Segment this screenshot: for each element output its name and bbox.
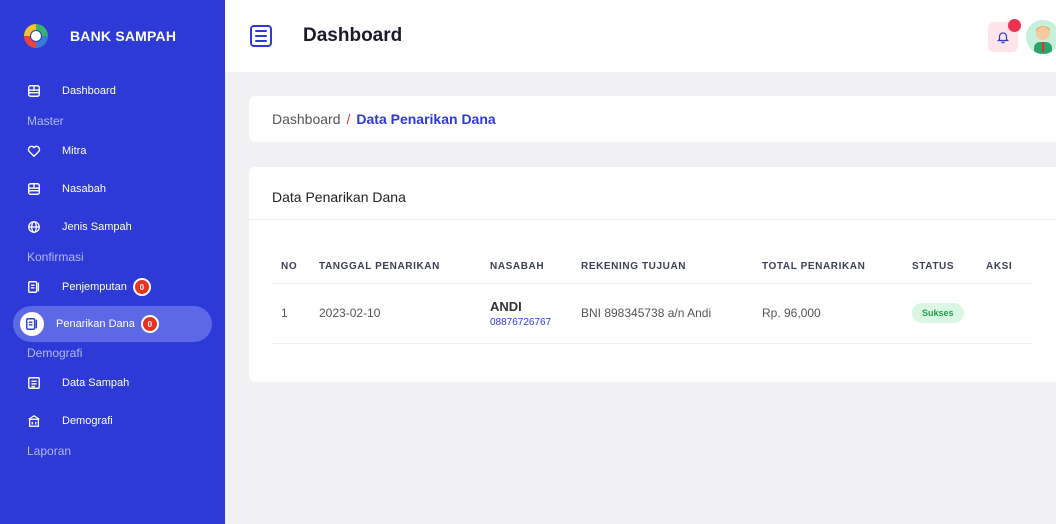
list-icon xyxy=(27,376,41,390)
menu-toggle-button[interactable] xyxy=(250,25,272,47)
sidebar-section-konfirmasi: Konfirmasi xyxy=(27,250,84,264)
brand[interactable]: BANK SAMPAH xyxy=(0,0,225,72)
sidebar-item-mitra[interactable]: Mitra xyxy=(0,132,225,170)
sidebar-item-label: Demografi xyxy=(62,415,113,427)
sidebar-nav: Dashboard Master Mitra Nasabah Jenis Sampah K… xyxy=(0,72,225,462)
status-badge: Sukses xyxy=(912,303,964,323)
cell-status: Sukses xyxy=(902,283,976,344)
table-header-row: NO TANGGAL PENARIKAN NASABAH REKENING TU… xyxy=(271,251,1032,284)
table-row: 1 2023-02-10 ANDI 08876726767 BNI 898345… xyxy=(271,283,1032,344)
withdrawal-table: NO TANGGAL PENARIKAN NASABAH REKENING TU… xyxy=(271,251,1032,344)
sidebar-item-label: Nasabah xyxy=(62,183,107,195)
cell-account: BNI 898345738 a/n Andi xyxy=(571,283,752,344)
col-account: REKENING TUJUAN xyxy=(571,251,752,284)
sidebar-item-label: Jenis Sampah xyxy=(62,221,132,233)
sidebar: BANK SAMPAH Dashboard Master Mitra Nasabah J… xyxy=(0,0,225,524)
cell-customer: ANDI 08876726767 xyxy=(480,283,571,344)
breadcrumb-home-link[interactable]: Dashboard xyxy=(272,111,341,127)
sidebar-item-label: Penjemputan xyxy=(62,281,127,293)
sidebar-item-dashboard[interactable]: Dashboard xyxy=(0,72,225,110)
bell-icon xyxy=(996,32,1010,44)
breadcrumb-separator: / xyxy=(346,111,351,127)
sidebar-section-laporan: Laporan xyxy=(27,444,72,458)
sidebar-item-label: Data Sampah xyxy=(62,377,130,389)
sidebar-item-data-sampah[interactable]: Data Sampah xyxy=(0,364,225,402)
notification-dot xyxy=(1008,19,1021,32)
sidebar-item-label: Dashboard xyxy=(62,85,116,97)
building-icon xyxy=(27,414,41,428)
customer-phone[interactable]: 08876726767 xyxy=(490,317,571,328)
col-no: NO xyxy=(271,251,309,284)
sidebar-item-jenis-sampah[interactable]: Jenis Sampah xyxy=(0,208,225,246)
breadcrumb-current: Data Penarikan Dana xyxy=(356,111,496,127)
sidebar-item-label: Penarikan Dana xyxy=(56,318,135,330)
topbar: Dashboard xyxy=(225,0,1056,72)
col-date: TANGGAL PENARIKAN xyxy=(309,251,480,284)
dashboard-icon xyxy=(27,84,41,98)
cell-action xyxy=(976,283,1032,344)
sidebar-item-label: Mitra xyxy=(62,145,87,157)
dashboard-icon xyxy=(27,182,41,196)
sidebar-item-penjemputan[interactable]: Penjemputan 0 xyxy=(0,268,225,306)
col-name: NASABAH xyxy=(480,251,571,284)
cell-date: 2023-02-10 xyxy=(309,283,480,344)
sidebar-section-master: Master xyxy=(27,114,64,128)
page-title: Dashboard xyxy=(303,25,403,46)
breadcrumb: Dashboard / Data Penarikan Dana xyxy=(249,96,1056,142)
sidebar-section-demografi: Demografi xyxy=(27,346,83,360)
count-badge: 0 xyxy=(132,278,151,296)
count-badge: 0 xyxy=(140,315,159,333)
sidebar-item-penarikan-dana[interactable]: Penarikan Dana 0 xyxy=(13,306,212,342)
avatar[interactable] xyxy=(1026,20,1056,54)
cell-total: Rp. 96,000 xyxy=(752,283,902,344)
cell-no: 1 xyxy=(271,283,309,344)
brand-name: BANK SAMPAH xyxy=(70,28,177,44)
globe-icon xyxy=(27,220,41,234)
sidebar-item-nasabah[interactable]: Nasabah xyxy=(0,170,225,208)
col-action: AKSI xyxy=(976,251,1032,284)
divider xyxy=(249,219,1056,220)
table-title: Data Penarikan Dana xyxy=(272,189,406,205)
notification-button[interactable] xyxy=(988,19,1021,52)
col-status: STATUS xyxy=(902,251,976,284)
sidebar-item-demografi[interactable]: Demografi xyxy=(0,402,225,440)
col-total: TOTAL PENARIKAN xyxy=(752,251,902,284)
customer-name: ANDI xyxy=(490,298,522,314)
clipboard-icon xyxy=(20,312,44,336)
logo-icon xyxy=(20,20,52,52)
clipboard-icon xyxy=(27,280,41,294)
withdrawal-table-card: Data Penarikan Dana NO TANGGAL PENARIKAN… xyxy=(249,167,1056,382)
heart-icon xyxy=(27,144,41,158)
